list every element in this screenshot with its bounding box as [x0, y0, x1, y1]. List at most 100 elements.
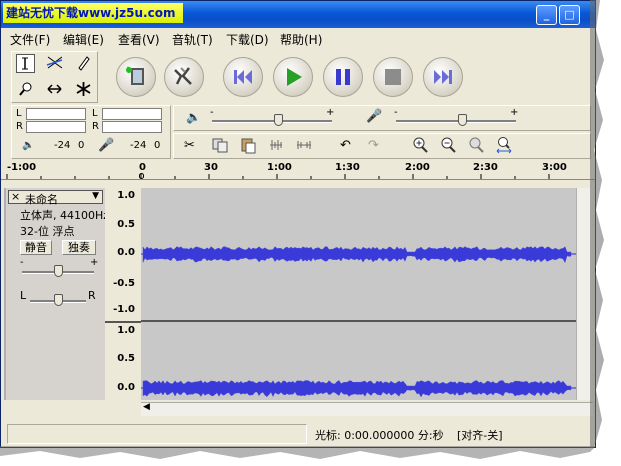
microphone-icon[interactable]: 🎤	[98, 138, 114, 153]
scroll-left-arrow-icon[interactable]: ◀	[143, 402, 150, 412]
play-button[interactable]	[273, 57, 313, 97]
draw-tool-icon[interactable]	[74, 54, 93, 73]
amp-label: 1.0	[117, 325, 135, 336]
play-meter-left	[26, 108, 86, 120]
title-logo: 建站无忧下载www.jz5u.com	[3, 3, 183, 23]
gain-slider[interactable]	[54, 265, 63, 277]
amp-label: -1.0	[113, 304, 135, 315]
rec-meter-right	[102, 121, 162, 133]
zoom-in-icon[interactable]	[410, 136, 429, 155]
gain-plus-label: +	[90, 257, 99, 268]
silence-icon[interactable]	[294, 136, 313, 155]
track-name[interactable]: 未命名	[25, 191, 58, 207]
torn-edge-bottom-decoration	[0, 446, 596, 459]
chevron-down-icon[interactable]: ▼	[92, 191, 99, 201]
redo-icon[interactable]: ↷	[364, 136, 383, 155]
menu-edit[interactable]: 编辑(E)	[63, 31, 104, 48]
timeshift-tool-icon[interactable]	[45, 80, 64, 99]
play-meter-right-label: R	[16, 121, 23, 132]
menu-tracks[interactable]: 音轨(T)	[172, 31, 213, 48]
cut-icon[interactable]: ✂	[180, 136, 199, 155]
output-volume-slider[interactable]	[274, 114, 283, 126]
torn-edge-decoration	[590, 0, 604, 448]
input-volume-icon: 🎤	[366, 109, 383, 124]
track-control-panel[interactable]: × 未命名 ▼ 立体声, 44100Hz 32-位 浮点 静音 独奏 - + L…	[6, 188, 110, 400]
ruler-ticks	[6, 174, 550, 179]
stop-button[interactable]	[373, 57, 413, 97]
pause-button[interactable]	[323, 57, 363, 97]
mute-button[interactable]: 静音	[20, 240, 52, 255]
input-volume-slider[interactable]	[458, 114, 467, 126]
snap-status-text[interactable]: [对齐-关]	[457, 427, 503, 443]
timeline-ruler[interactable]: -1:00 0 30 1:00 1:30 2:00 2:30 3:00	[1, 161, 595, 180]
speaker-icon[interactable]: 🔈	[22, 140, 34, 151]
edit-toolbar: ✂ ↶ ↷	[173, 133, 591, 159]
input-slider-track	[396, 120, 516, 123]
amp-label: 0.5	[117, 353, 135, 364]
track-format: 立体声, 44100Hz	[20, 209, 110, 222]
output-slider-minus: -	[210, 107, 214, 118]
input-slider-plus: +	[510, 107, 519, 118]
play-meter-left-label: L	[16, 108, 22, 119]
trim-icon[interactable]	[266, 136, 285, 155]
pan-right-label: R	[88, 289, 96, 302]
tools-toolbar	[11, 51, 98, 103]
horizontal-scrollbar[interactable]: ◀	[141, 402, 593, 416]
envelope-tool-icon[interactable]	[45, 54, 64, 73]
track-bitdepth: 32-位 浮点	[20, 225, 75, 238]
gain-minus-label: -	[20, 257, 24, 268]
rec-meter-left	[102, 108, 162, 120]
minimize-button[interactable]: _	[536, 5, 557, 25]
vertical-scrollbar[interactable]	[577, 188, 591, 400]
rec-meter-scale-zero: 0	[154, 140, 161, 151]
output-slider-plus: +	[326, 107, 335, 118]
play-meter-right	[26, 121, 86, 133]
maximize-button[interactable]: □	[559, 5, 580, 25]
channel-divider	[105, 321, 141, 323]
menu-bar: 文件(F) 编辑(E) 查看(V) 音轨(T) 下载(D) 帮助(H)	[1, 28, 595, 48]
fit-project-icon[interactable]	[494, 136, 513, 155]
amp-label: 0.0	[117, 247, 135, 258]
skip-start-button[interactable]	[223, 57, 263, 97]
play-meter-scale-zero: 0	[78, 140, 85, 151]
amp-label: -0.5	[113, 278, 135, 289]
play-meter-scale-db: -24	[54, 140, 71, 151]
rec-meter-scale-db: -24	[130, 140, 147, 151]
amp-label: 0.5	[117, 219, 135, 230]
fit-selection-icon[interactable]	[466, 136, 485, 155]
app-window: 建站无忧下载www.jz5u.com _ □ 文件(F) 编辑(E) 查看(V)…	[0, 0, 596, 448]
title-bar[interactable]: 建站无忧下载www.jz5u.com _ □	[1, 1, 595, 28]
meter-toolbar: L R L R 🔈 -24 0 🎤 -24 0	[11, 105, 171, 159]
multi-tool-icon[interactable]	[74, 80, 93, 99]
mixer-toolbar: 🔈 - + 🎤 - +	[173, 105, 591, 131]
menu-file[interactable]: 文件(F)	[10, 31, 50, 48]
select-tool-icon[interactable]	[16, 54, 35, 73]
tools-settings-button[interactable]	[164, 57, 204, 97]
waveform-left-svg	[141, 246, 576, 264]
output-volume-icon: 🔈	[186, 110, 201, 124]
track-title-bar[interactable]: × 未命名 ▼	[8, 190, 103, 207]
solo-button[interactable]: 独奏	[62, 240, 96, 255]
rec-meter-left-label: L	[92, 108, 98, 119]
undo-icon[interactable]: ↶	[336, 136, 355, 155]
pan-slider[interactable]	[54, 294, 63, 306]
pan-left-label: L	[20, 289, 27, 302]
copy-icon[interactable]	[210, 136, 229, 155]
zoom-tool-icon[interactable]	[16, 80, 35, 99]
waveform-left-channel[interactable]	[141, 188, 576, 320]
menu-help[interactable]: 帮助(H)	[280, 31, 322, 48]
output-slider-track	[212, 120, 332, 123]
paste-icon[interactable]	[238, 136, 257, 155]
input-slider-minus: -	[394, 107, 398, 118]
waveform-right-channel[interactable]	[141, 322, 576, 400]
zoom-out-icon[interactable]	[438, 136, 457, 155]
rec-meter-right-label: R	[92, 121, 99, 132]
menu-download[interactable]: 下载(D)	[226, 31, 269, 48]
menu-view[interactable]: 查看(V)	[118, 31, 160, 48]
download-file-button[interactable]	[116, 57, 156, 97]
status-bar: 光标: 0:00.000000 分:秒 [对齐-关]	[1, 421, 595, 447]
amp-label: 1.0	[117, 190, 135, 201]
track-close-button[interactable]: ×	[11, 190, 20, 203]
amp-label: 0.0	[117, 382, 135, 393]
skip-end-button[interactable]	[423, 57, 463, 97]
